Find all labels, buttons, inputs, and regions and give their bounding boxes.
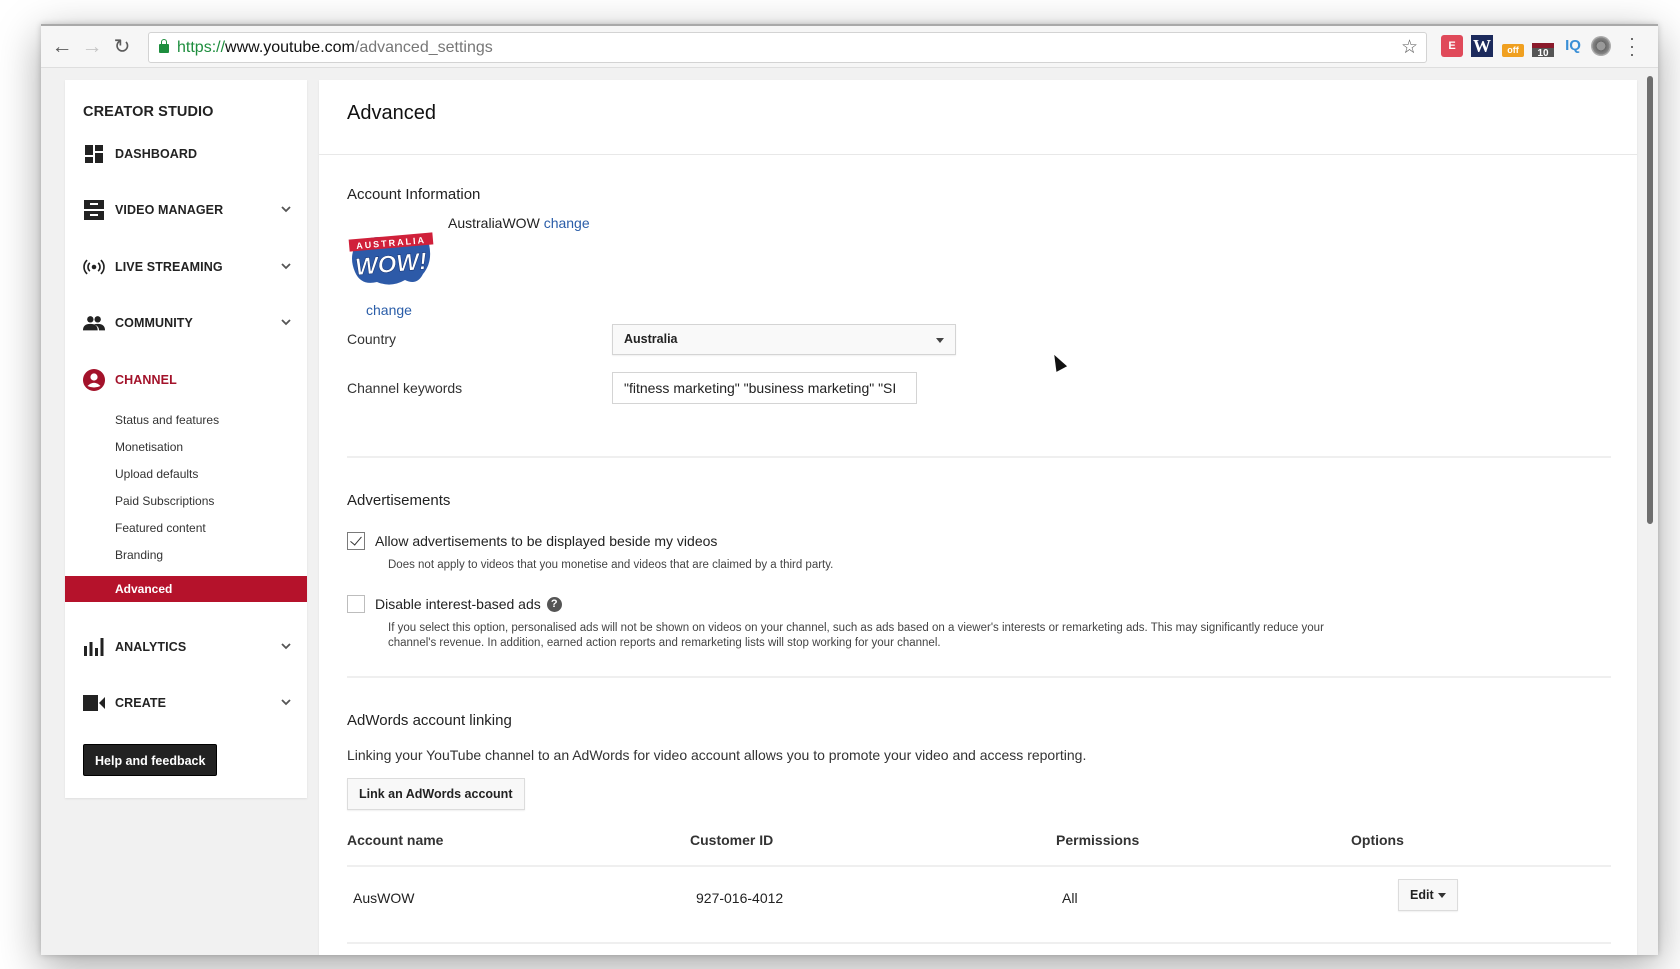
sidebar-item-label: VIDEO MANAGER [115,203,224,217]
calendar-extension-icon[interactable]: 10 [1532,43,1554,59]
sidebar-title: CREATOR STUDIO [83,104,214,120]
sidebar-item-label: COMMUNITY [115,316,193,330]
page-title: Advanced [347,102,436,124]
sidebar-subitem-branding[interactable]: Branding [115,545,163,565]
url-path: /advanced_settings [354,39,493,56]
address-bar[interactable]: https://www.youtube.com/advanced_setting… [148,32,1427,63]
sidebar-item-label: LIVE STREAMING [115,260,223,274]
video-manager-icon [83,199,105,221]
country-label: Country [347,331,397,347]
url-host: www.youtube.com [225,39,355,56]
w-extension-icon[interactable]: W [1471,35,1493,57]
browser-window: ← → ↻ https://www.youtube.com/advanced_s… [41,24,1658,955]
column-header-permissions: Permissions [1056,832,1140,848]
help-and-feedback-button[interactable]: Help and feedback [83,744,218,776]
disable-interest-ads-label[interactable]: Disable interest-based ads? [375,596,562,612]
film-reel-extension-icon[interactable] [1591,36,1611,56]
sidebar-item-label: CHANNEL [115,373,177,387]
country-select[interactable]: Australia [612,324,956,355]
lock-icon [159,39,169,53]
chevron-down-icon[interactable] [279,315,293,329]
channel-avatar[interactable]: AUSTRALIA WOW! [347,228,435,290]
table-row-divider [347,942,1611,944]
sidebar-subitem-label: Advanced [115,582,173,596]
dashboard-icon [83,143,105,165]
table-header-divider [347,865,1611,867]
sidebar-item-live-streaming[interactable]: LIVE STREAMING [83,252,293,282]
edit-dropdown-button[interactable]: Edit [1398,879,1458,911]
sidebar: CREATOR STUDIO DASHBOARD VIDEO MANAGER L… [65,80,307,798]
change-name-link[interactable]: change [544,215,590,231]
disable-interest-ads-checkbox[interactable] [347,595,365,613]
sidebar-subitem-status-and-features[interactable]: Status and features [115,410,219,430]
main-panel: Advanced Account Information AUSTRALIA W… [319,80,1637,955]
description-line-2: channel's revenue. In addition, earned a… [388,637,941,649]
column-header-account-name: Account name [347,832,444,848]
bookmark-star-icon[interactable]: ☆ [1401,33,1418,62]
sidebar-subitem-featured-content[interactable]: Featured content [115,518,206,538]
channel-icon [83,369,105,391]
scrollbar-thumb[interactable] [1647,76,1653,524]
create-icon [83,692,105,714]
reload-icon[interactable]: ↻ [109,34,135,60]
country-value: Australia [624,332,678,346]
change-avatar-link[interactable]: change [366,302,412,318]
sidebar-item-analytics[interactable]: ANALYTICS [83,632,293,662]
dropdown-caret-icon [936,338,944,343]
adwords-description: Linking your YouTube channel to an AdWor… [347,747,1087,763]
dropdown-caret-icon [1438,893,1446,898]
account-information-heading: Account Information [347,186,481,203]
sidebar-item-dashboard[interactable]: DASHBOARD [83,139,293,169]
chevron-down-icon[interactable] [279,695,293,709]
account-name-cell: AusWOW [353,890,415,906]
off-extension-icon[interactable]: off [1502,44,1524,57]
allow-ads-checkbox[interactable] [347,532,365,550]
disable-interest-ads-description: If you select this option, personalised … [388,621,1324,651]
channel-name: AustraliaWOW change [448,215,590,231]
community-icon [83,312,105,334]
chevron-down-icon[interactable] [279,639,293,653]
channel-name-text: AustraliaWOW [448,215,540,231]
customer-id-cell: 927-016-4012 [696,890,784,906]
live-streaming-icon [83,256,105,278]
iq-extension-icon[interactable]: IQ [1562,35,1584,57]
analytics-icon [83,636,105,658]
allow-ads-label[interactable]: Allow advertisements to be displayed bes… [375,533,717,549]
permissions-cell: All [1062,890,1078,906]
edit-label: Edit [1410,888,1434,902]
column-header-customer-id: Customer ID [690,832,774,848]
browser-toolbar: ← → ↻ https://www.youtube.com/advanced_s… [41,24,1658,68]
disable-interest-ads-text: Disable interest-based ads [375,596,541,612]
advertisements-heading: Advertisements [347,492,451,509]
tag-extension-icon[interactable]: E [1441,35,1463,57]
chevron-down-icon[interactable] [279,202,293,216]
sidebar-subitem-paid-subscriptions[interactable]: Paid Subscriptions [115,491,214,511]
sidebar-item-community[interactable]: COMMUNITY [83,308,293,338]
column-header-options: Options [1351,832,1404,848]
sidebar-item-video-manager[interactable]: VIDEO MANAGER [83,195,293,225]
sidebar-subitem-monetisation[interactable]: Monetisation [115,437,183,457]
channel-keywords-label: Channel keywords [347,380,463,396]
description-line-1: If you select this option, personalised … [388,622,1324,634]
header-divider [319,154,1637,155]
adwords-heading: AdWords account linking [347,712,512,729]
sidebar-item-create[interactable]: CREATE [83,688,293,718]
section-divider [347,456,1611,458]
sidebar-item-label: ANALYTICS [115,640,187,654]
url-scheme: https:// [177,39,226,56]
forward-icon[interactable]: → [79,34,105,60]
sidebar-item-channel[interactable]: CHANNEL [83,365,293,395]
sidebar-item-label: DASHBOARD [115,147,198,161]
browser-menu-icon[interactable]: · · · [1627,29,1637,63]
channel-keywords-input[interactable]: "fitness marketing" "business marketing"… [612,372,917,404]
section-divider [347,676,1611,678]
allow-ads-description: Does not apply to videos that you moneti… [388,559,834,571]
chevron-down-icon[interactable] [279,259,293,273]
help-icon[interactable]: ? [546,597,562,612]
sidebar-item-label: CREATE [115,696,167,710]
sidebar-subitem-upload-defaults[interactable]: Upload defaults [115,464,198,484]
sidebar-subitem-advanced[interactable]: Advanced [65,576,307,602]
link-adwords-button[interactable]: Link an AdWords account [347,778,525,810]
back-icon[interactable]: ← [49,34,75,60]
